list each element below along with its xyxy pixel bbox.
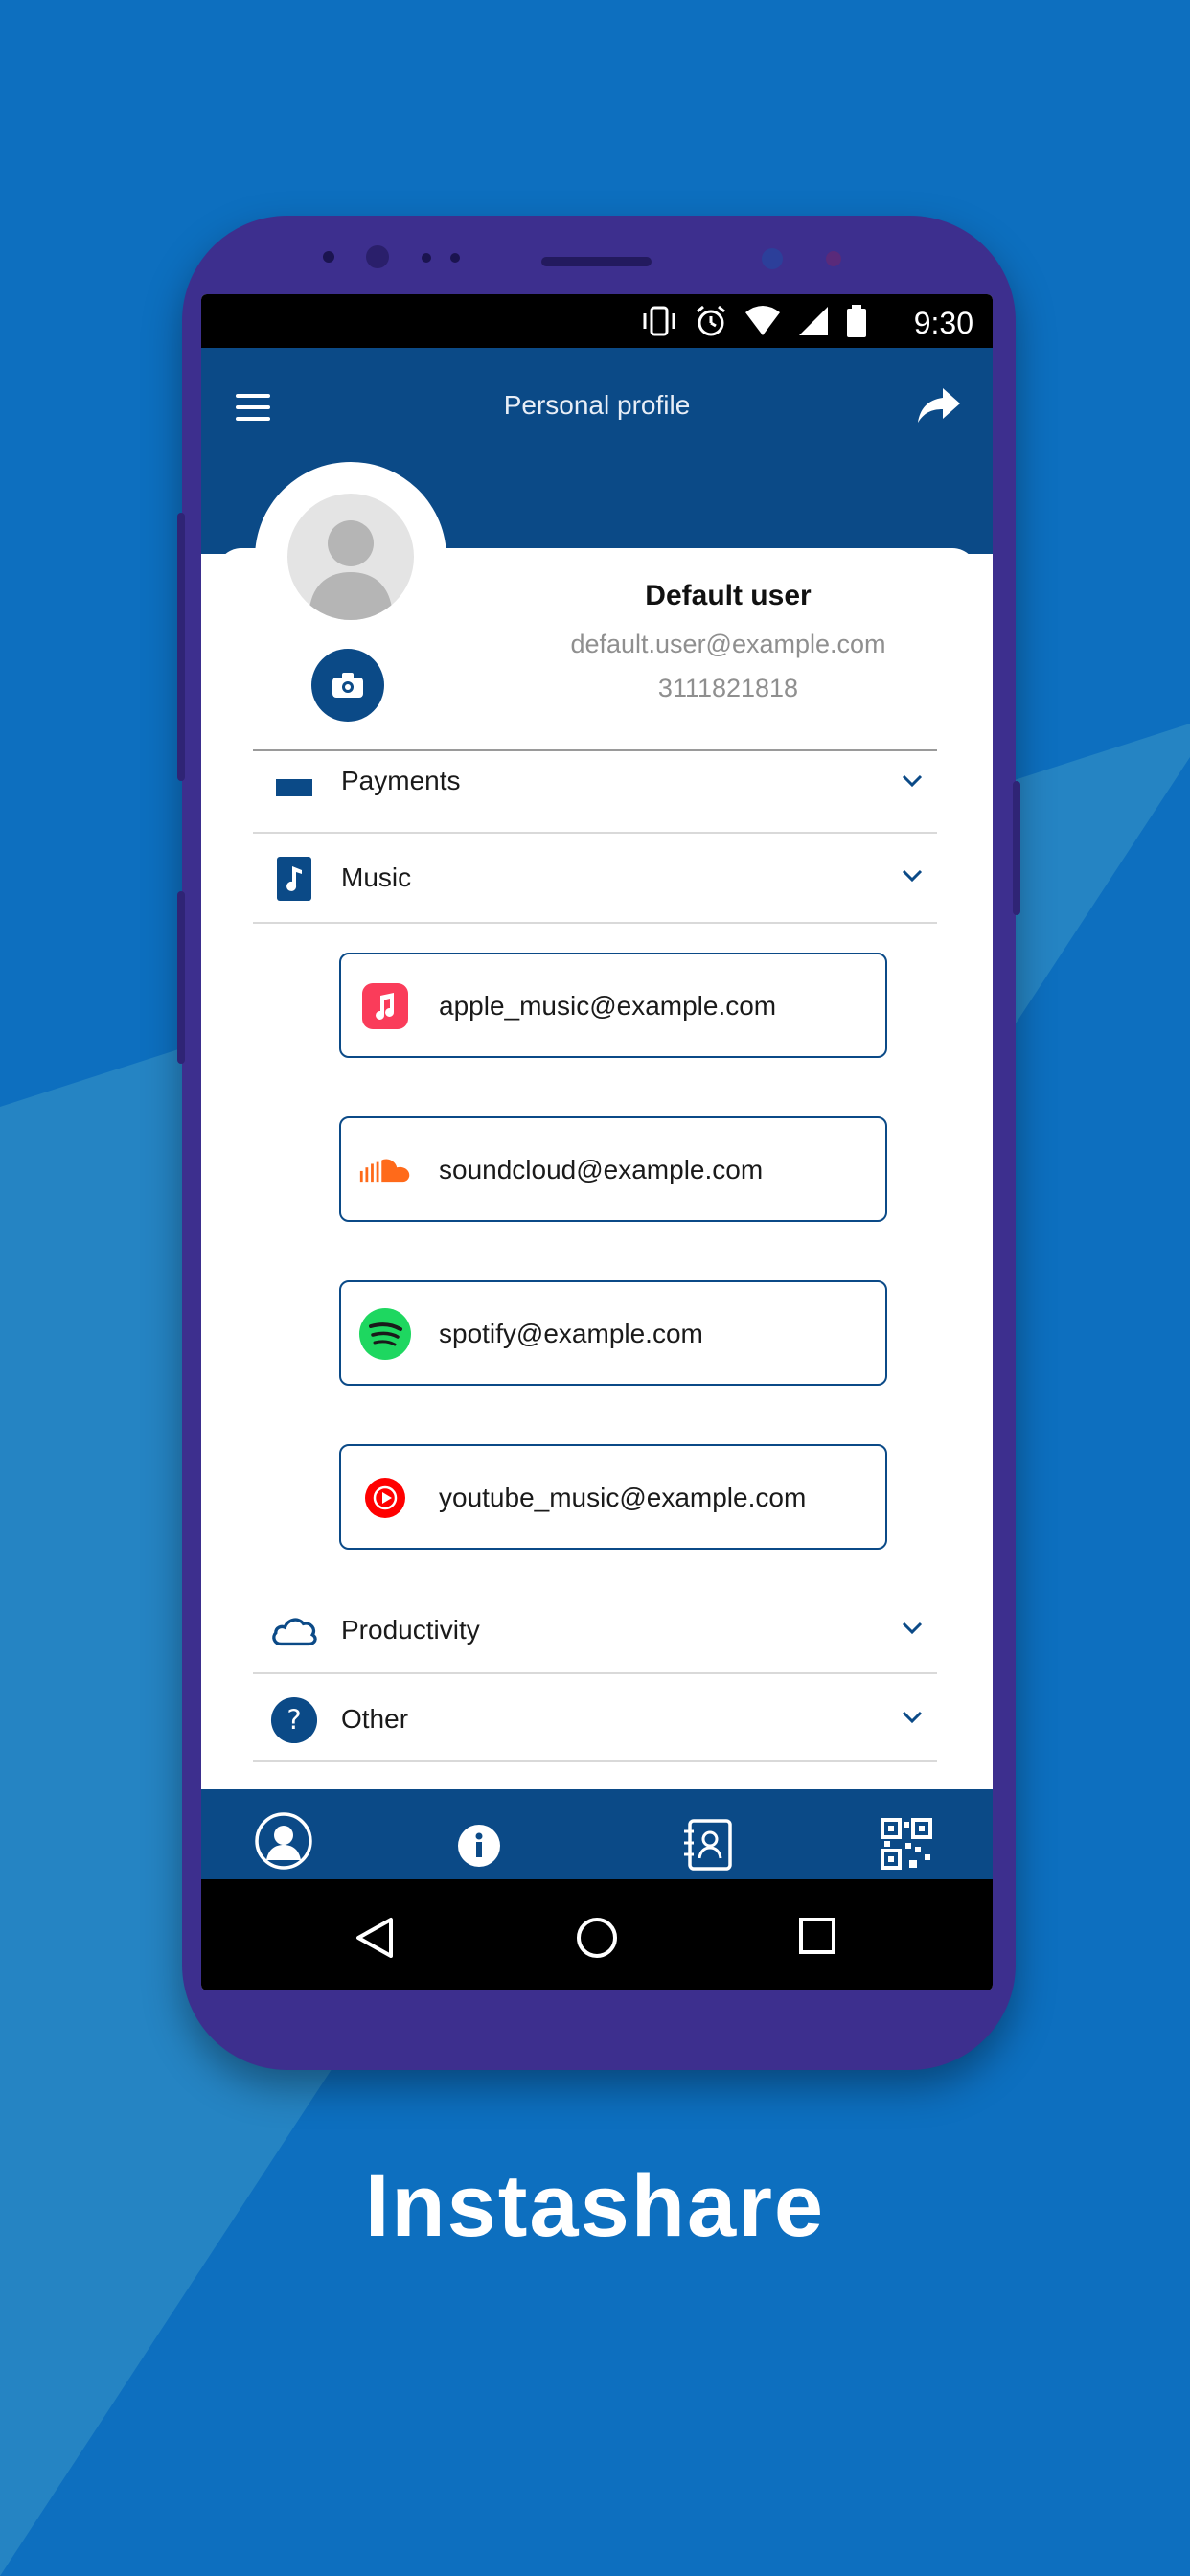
status-time: 9:30 bbox=[913, 306, 973, 340]
brand-name: Instashare bbox=[364, 2157, 826, 2255]
account-youtube-music[interactable]: youtube_music@example.com bbox=[339, 1444, 887, 1550]
home-icon[interactable] bbox=[575, 1916, 619, 1960]
front-camera bbox=[366, 245, 389, 268]
section-payments[interactable]: Payments bbox=[253, 745, 937, 829]
camera-icon bbox=[332, 673, 363, 698]
phone-speaker bbox=[541, 257, 652, 266]
section-label: Music bbox=[341, 862, 412, 892]
phone-sensor bbox=[450, 253, 460, 263]
qr-code-icon[interactable] bbox=[878, 1818, 935, 1875]
account-apple-music[interactable]: apple_music@example.com bbox=[339, 953, 887, 1058]
chevron-down-icon[interactable] bbox=[901, 773, 924, 789]
user-phone: 3111821818 bbox=[657, 674, 799, 702]
back-icon[interactable] bbox=[355, 1916, 395, 1960]
contacts-icon[interactable] bbox=[678, 1818, 736, 1875]
account-email: spotify@example.com bbox=[439, 1319, 703, 1348]
music-note-icon bbox=[270, 855, 318, 903]
share-icon[interactable] bbox=[916, 386, 962, 425]
info-icon[interactable] bbox=[450, 1824, 508, 1881]
spotify-icon bbox=[358, 1307, 412, 1361]
section-music[interactable]: Music bbox=[253, 834, 937, 918]
account-email: soundcloud@example.com bbox=[439, 1155, 764, 1184]
svg-text:?: ? bbox=[286, 1704, 301, 1736]
chevron-down-icon[interactable] bbox=[901, 1621, 924, 1636]
change-photo-button[interactable] bbox=[311, 649, 384, 722]
question-icon: ? bbox=[270, 1696, 318, 1744]
alarm-icon bbox=[697, 305, 725, 336]
account-email: youtube_music@example.com bbox=[439, 1483, 807, 1512]
user-name: Default user bbox=[645, 580, 812, 611]
account-email: apple_music@example.com bbox=[439, 991, 777, 1021]
youtube-music-icon bbox=[358, 1471, 412, 1525]
section-productivity[interactable]: Productivity bbox=[253, 1586, 937, 1670]
section-label: Productivity bbox=[341, 1615, 480, 1644]
apple-music-icon bbox=[358, 979, 412, 1033]
wallet-icon bbox=[270, 760, 318, 808]
phone-sensor bbox=[422, 253, 431, 263]
user-silhouette-icon bbox=[309, 520, 393, 620]
soundcloud-icon bbox=[358, 1143, 412, 1197]
divider bbox=[253, 922, 937, 924]
app-screen: 9:30 Personal profile Default user defau… bbox=[201, 294, 993, 1990]
section-label: Other bbox=[341, 1704, 409, 1734]
phone-side-button bbox=[177, 513, 185, 781]
battery-icon bbox=[847, 305, 866, 337]
account-soundcloud[interactable]: soundcloud@example.com bbox=[339, 1116, 887, 1222]
chevron-down-icon[interactable] bbox=[901, 1710, 924, 1725]
vibrate-icon bbox=[643, 306, 675, 336]
account-spotify[interactable]: spotify@example.com bbox=[339, 1280, 887, 1386]
section-other[interactable]: ? Other bbox=[253, 1675, 937, 1760]
cloud-icon bbox=[270, 1607, 318, 1655]
profile-icon[interactable] bbox=[255, 1812, 312, 1870]
divider bbox=[253, 1760, 937, 1762]
recents-icon[interactable] bbox=[797, 1916, 837, 1956]
avatar bbox=[287, 494, 414, 620]
user-email: default.user@example.com bbox=[570, 630, 886, 658]
page-title: Personal profile bbox=[503, 390, 691, 420]
bottom-navigation bbox=[201, 1789, 993, 1879]
front-camera bbox=[762, 248, 783, 269]
chevron-down-icon[interactable] bbox=[901, 868, 924, 884]
front-camera bbox=[323, 251, 334, 263]
section-label: Payments bbox=[341, 766, 461, 795]
phone-side-button bbox=[1013, 781, 1020, 915]
status-icons bbox=[640, 304, 868, 338]
status-bar: 9:30 bbox=[201, 294, 993, 348]
phone-sensor bbox=[826, 251, 841, 266]
signal-icon bbox=[799, 307, 828, 335]
phone-side-button bbox=[177, 891, 185, 1064]
system-navigation-bar bbox=[201, 1879, 993, 1990]
divider bbox=[253, 1672, 937, 1674]
wifi-icon bbox=[745, 306, 780, 335]
